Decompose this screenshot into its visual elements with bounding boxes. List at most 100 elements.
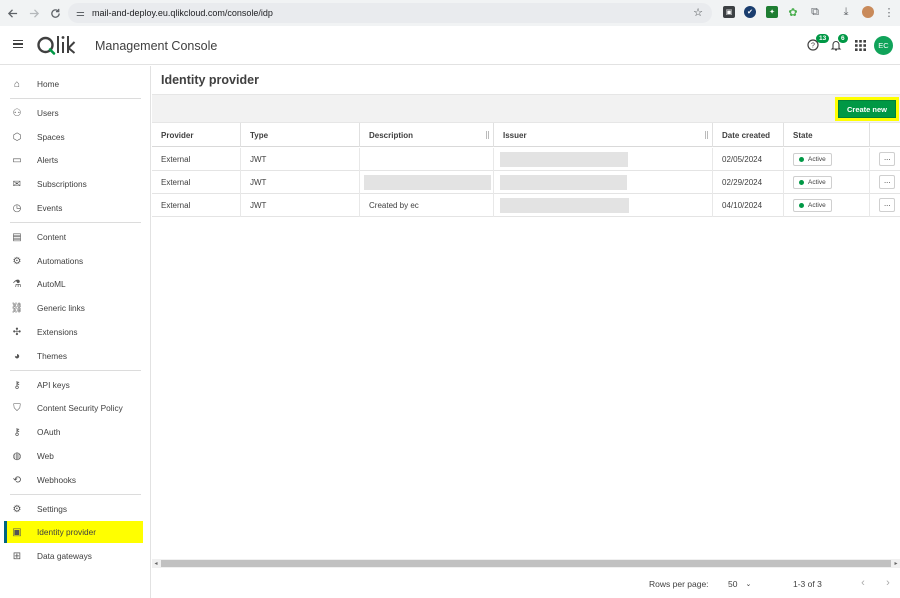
column-resize-handle[interactable]	[486, 131, 489, 139]
gateway-icon: ⊞	[12, 550, 22, 562]
sidebar-item-spaces[interactable]: ⬡ Spaces	[4, 126, 143, 148]
forward-arrow-icon[interactable]	[23, 2, 45, 24]
sidebar-item-content[interactable]: ▤ Content	[4, 226, 143, 248]
extension-2-icon[interactable]: ✔	[744, 6, 756, 18]
sidebar-item-users[interactable]: ⚇ Users	[4, 102, 143, 124]
qlik-logo	[37, 36, 76, 55]
sidebar-item-label: Themes	[37, 351, 67, 361]
bookmark-star-icon[interactable]: ☆	[693, 6, 703, 19]
column-header-type[interactable]: Type	[241, 123, 360, 147]
sidebar-item-webhooks[interactable]: ⟲ Webhooks	[4, 469, 143, 491]
menu-icon[interactable]	[13, 40, 23, 48]
address-bar[interactable]: ⚌ mail-and-deploy.eu.qlikcloud.com/conso…	[68, 3, 712, 23]
spaces-icon: ⬡	[12, 131, 22, 143]
sidebar-item-label: Spaces	[37, 132, 65, 142]
sidebar-item-label: Extensions	[37, 327, 78, 337]
sidebar-item-themes[interactable]: ◕ Themes	[4, 345, 143, 367]
user-avatar[interactable]: EC	[874, 36, 893, 55]
sidebar-item-subscriptions[interactable]: ✉ Subscriptions	[4, 173, 143, 195]
sidebar-item-api-keys[interactable]: ⚷ API keys	[4, 374, 143, 396]
row-actions-button[interactable]: ···	[879, 152, 895, 166]
sidebar-item-alerts[interactable]: ▭ Alerts	[4, 149, 143, 171]
table-header: Provider Type Description Issuer Date cr…	[152, 123, 900, 147]
column-header-label: Type	[250, 130, 269, 140]
status-label: Active	[808, 202, 826, 209]
column-header-issuer[interactable]: Issuer	[494, 123, 713, 147]
help-badge: 13	[816, 34, 830, 43]
table-row[interactable]: External JWT 02/05/2024 Active ···	[152, 148, 900, 171]
status-label: Active	[808, 179, 826, 186]
status-dot-icon	[799, 157, 804, 162]
app-grid-icon[interactable]	[853, 38, 867, 52]
previous-page-icon[interactable]: ‹	[856, 576, 870, 590]
sidebar-item-automations[interactable]: ⚙ Automations	[4, 250, 143, 272]
key-icon: ⚷	[13, 379, 21, 391]
scrollbar-thumb[interactable]	[161, 560, 891, 567]
sidebar-item-data-gateways[interactable]: ⊞ Data gateways	[4, 545, 143, 567]
column-header-label: State	[793, 130, 813, 140]
row-actions-button[interactable]: ···	[879, 198, 895, 212]
cell-provider: External	[152, 148, 241, 171]
column-header-provider[interactable]: Provider	[152, 123, 241, 147]
scroll-left-arrow-icon[interactable]: ◂	[152, 559, 160, 568]
horizontal-scrollbar[interactable]: ◂ ▸	[152, 559, 900, 568]
link-icon: ⛓	[10, 302, 24, 314]
cell-date-created: 04/10/2024	[713, 194, 784, 217]
sidebar-item-home[interactable]: ⌂ Home	[4, 73, 143, 95]
sidebar-item-events[interactable]: ◷ Events	[4, 197, 143, 219]
extension-3-icon[interactable]: ✦	[766, 6, 778, 18]
page-range: 1-3 of 3	[793, 579, 822, 589]
column-header-date-created[interactable]: Date created	[713, 123, 784, 147]
palette-icon: ◕	[13, 350, 21, 362]
page-title: Identity provider	[161, 73, 259, 87]
notification-badge: 6	[838, 34, 848, 43]
cell-date-created: 02/05/2024	[713, 148, 784, 171]
sidebar-item-label: Settings	[37, 504, 67, 514]
cell-description	[360, 148, 494, 171]
sidebar-item-oauth[interactable]: ⚷ OAuth	[4, 421, 143, 443]
sidebar-item-generic-links[interactable]: ⛓ Generic links	[4, 297, 143, 319]
column-header-label: Provider	[161, 130, 194, 140]
back-arrow-icon[interactable]	[1, 2, 23, 24]
cell-date-created: 02/29/2024	[713, 171, 784, 194]
extension-4-icon[interactable]: ✿	[787, 6, 799, 19]
scroll-right-arrow-icon[interactable]: ▸	[892, 559, 900, 568]
site-settings-icon[interactable]: ⚌	[76, 8, 85, 19]
sidebar-item-extensions[interactable]: ✣ Extensions	[4, 321, 143, 343]
cell-type: JWT	[241, 194, 360, 217]
sidebar-item-settings[interactable]: ⚙ Settings	[4, 498, 143, 520]
table-row[interactable]: External JWT 02/29/2024 Active ···	[152, 171, 900, 194]
sidebar-divider	[10, 494, 141, 495]
cell-provider: External	[152, 171, 241, 194]
reload-icon[interactable]	[44, 2, 66, 24]
create-new-button[interactable]: Create new	[838, 100, 896, 118]
sidebar-item-identity-provider[interactable]: ▣ Identity provider	[4, 521, 143, 543]
status-dot-icon	[799, 203, 804, 208]
rows-per-page-select[interactable]: 50 ⌄	[728, 579, 751, 589]
sidebar-item-label: Generic links	[37, 303, 85, 313]
home-icon: ⌂	[13, 78, 21, 90]
sidebar-item-automl[interactable]: ⚗ AutoML	[4, 273, 143, 295]
table-toolbar: Create new	[152, 94, 900, 123]
cell-type: JWT	[241, 171, 360, 194]
profile-avatar-icon[interactable]	[862, 6, 874, 18]
column-header-state[interactable]: State	[784, 123, 870, 147]
extensions-puzzle-icon[interactable]: ⧉	[809, 6, 821, 18]
sidebar-item-web[interactable]: ◍ Web	[4, 445, 143, 467]
cell-state: Active	[784, 194, 870, 217]
next-page-icon[interactable]: ›	[881, 576, 895, 590]
cell-state: Active	[784, 148, 870, 171]
shield-icon: ⛉	[13, 402, 21, 414]
sidebar-item-label: Content	[37, 232, 67, 242]
table-row[interactable]: External JWT Created by ec 04/10/2024 Ac…	[152, 194, 900, 217]
create-new-highlight: Create new	[835, 97, 899, 121]
browser-menu-icon[interactable]: ⋮	[883, 6, 895, 19]
column-resize-handle[interactable]	[705, 131, 708, 139]
column-header-description[interactable]: Description	[360, 123, 494, 147]
extension-1-icon[interactable]: ▣	[723, 6, 735, 18]
download-icon[interactable]: ⤓	[840, 6, 852, 18]
chevron-down-icon: ⌄	[745, 581, 752, 588]
sidebar-item-content-security-policy[interactable]: ⛉ Content Security Policy	[4, 397, 143, 419]
row-actions-button[interactable]: ···	[879, 175, 895, 189]
status-badge: Active	[793, 199, 832, 212]
